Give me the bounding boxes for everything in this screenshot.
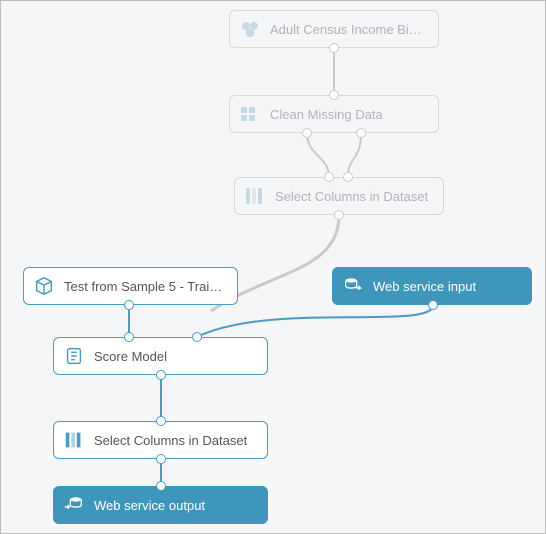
port-model-out[interactable] [124,300,134,310]
node-label: Adult Census Income Binary C... [270,22,428,37]
cube-icon [32,274,56,298]
port-dataset-out[interactable] [329,43,339,53]
node-label: Web service output [94,498,205,513]
port-select-out[interactable] [156,454,166,464]
node-label: Select Columns in Dataset [275,189,428,204]
node-label: Select Columns in Dataset [94,433,247,448]
port-score-in-left[interactable] [124,332,134,342]
ws-output-icon [62,493,86,517]
port-clean-out-right[interactable] [356,128,366,138]
port-score-in-right[interactable] [192,332,202,342]
pipeline-canvas[interactable]: Adult Census Income Binary C... Clean Mi… [0,0,546,534]
node-label: Score Model [94,349,167,364]
edge-clean-select-left [307,133,329,177]
port-clean-in[interactable] [329,90,339,100]
port-score-out[interactable] [156,370,166,380]
port-clean-out-left[interactable] [302,128,312,138]
node-label: Test from Sample 5 - Training... [64,279,227,294]
node-web-service-output[interactable]: Web service output [53,486,268,524]
node-label: Clean Missing Data [270,107,383,122]
dataset-icon [238,17,262,41]
port-selghost-in-l[interactable] [324,172,334,182]
port-wsinput-out[interactable] [428,300,438,310]
score-model-icon [62,344,86,368]
select-columns-icon [62,428,86,452]
port-selghost-in-r[interactable] [343,172,353,182]
node-clean-missing-data[interactable]: Clean Missing Data [229,95,439,133]
select-columns-icon [243,184,267,208]
clean-data-icon [238,102,262,126]
port-wsoutput-in[interactable] [156,481,166,491]
port-selghost-out[interactable] [334,210,344,220]
ws-input-icon [341,274,365,298]
node-label: Web service input [373,279,476,294]
port-select-in[interactable] [156,416,166,426]
edge-clean-select-right [348,133,361,177]
edge-wsinput-score [197,305,433,337]
